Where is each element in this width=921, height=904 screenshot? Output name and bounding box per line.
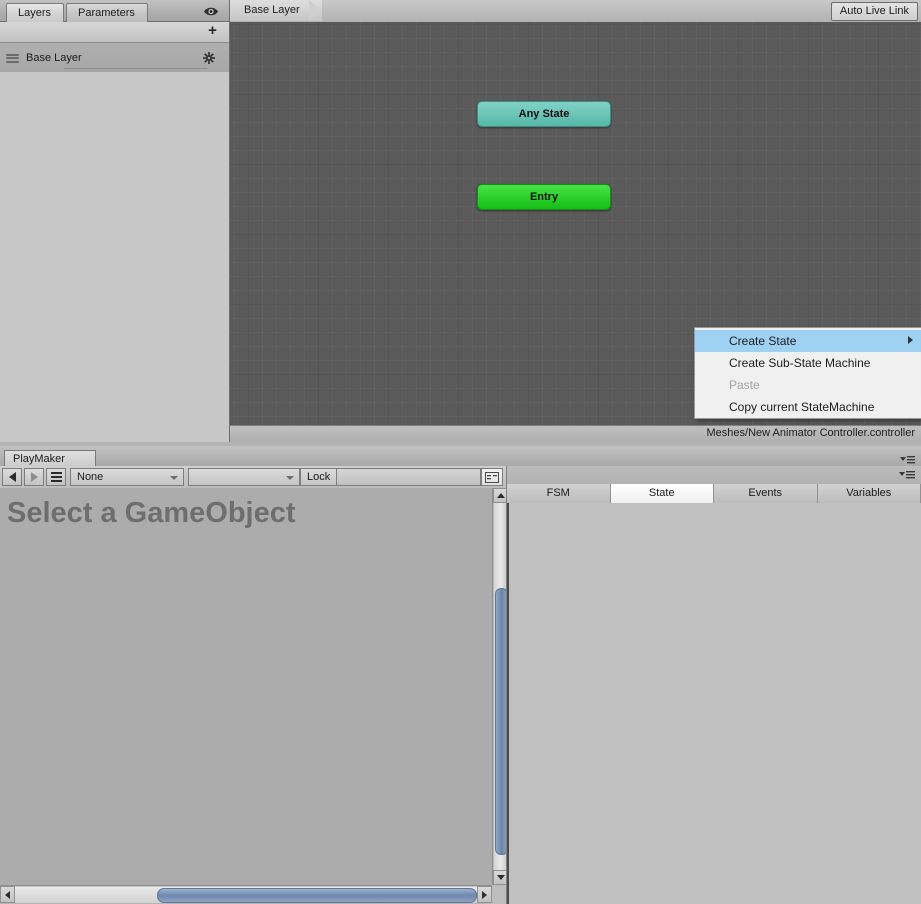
fsm-selector-value: None: [77, 471, 104, 483]
menu-item-paste: Paste: [729, 378, 760, 392]
unity-editor-window: Layers Parameters + Base Layer Base Laye…: [0, 0, 921, 904]
animator-state-machine-canvas[interactable]: Any State Entry Create State Create Sub-…: [230, 22, 921, 426]
breadcrumb-arrow-icon: [309, 0, 321, 20]
auto-live-link-button[interactable]: Auto Live Link: [830, 2, 918, 21]
layer-weight-slider[interactable]: [64, 68, 207, 69]
layers-panel-tabbar: Layers Parameters: [0, 0, 229, 22]
chevron-down-icon-2: [286, 476, 294, 480]
animator-status-path: Meshes/New Animator Controller.controlle…: [230, 425, 921, 442]
animator-layers-panel: Layers Parameters + Base Layer: [0, 0, 230, 442]
menu-item-create-state-label: Create State: [729, 334, 797, 348]
animator-graph-panel: Base Layer Auto Live Link Any State Entr…: [230, 0, 921, 442]
hamburger-menu-icon[interactable]: [46, 468, 66, 486]
drag-handle-icon[interactable]: [6, 53, 19, 63]
tab-state[interactable]: State: [610, 484, 714, 503]
gear-icon[interactable]: [203, 52, 215, 64]
menu-item-create-sub-state-machine[interactable]: Create Sub-State Machine: [695, 352, 921, 374]
playmaker-panel: PlayMaker None Lock Select a GameObject …: [0, 446, 921, 904]
detail-panel-icon[interactable]: [481, 468, 503, 486]
playmaker-tabbar: PlayMaker: [0, 446, 921, 468]
layer-row-base-layer[interactable]: Base Layer: [0, 43, 229, 74]
fsm-selector-dropdown[interactable]: None: [70, 468, 184, 486]
forward-arrow-icon[interactable]: [24, 468, 44, 486]
tab-fsm[interactable]: FSM: [507, 484, 611, 503]
chevron-down-icon: [170, 476, 178, 480]
graph-horizontal-scrollbar[interactable]: [0, 885, 492, 904]
inspector-body: [507, 503, 921, 904]
layer-name-label: Base Layer: [26, 52, 82, 64]
submenu-chevron-right-icon: [908, 336, 913, 344]
playmaker-toolbar: None Lock: [0, 466, 506, 489]
layers-add-bar: +: [0, 22, 229, 43]
inspector-top-strip: [507, 466, 921, 484]
add-layer-button[interactable]: +: [205, 23, 220, 39]
tab-variables[interactable]: Variables: [817, 484, 921, 503]
tab-parameters[interactable]: Parameters: [66, 3, 148, 22]
inspector-menu-icon[interactable]: [899, 470, 915, 480]
layers-panel-body: [0, 72, 229, 442]
tab-events[interactable]: Events: [714, 484, 818, 503]
toolbar-spacer: [337, 468, 481, 486]
breadcrumb-base-layer[interactable]: Base Layer: [230, 0, 322, 21]
select-gameobject-placeholder: Select a GameObject: [7, 497, 296, 529]
hscroll-right-arrow[interactable]: [477, 886, 492, 903]
options-menu-icon[interactable]: [899, 454, 915, 465]
animator-breadcrumb-bar: Base Layer Auto Live Link: [230, 0, 921, 23]
playmaker-graph-view[interactable]: 玩 Select a GameObject: [0, 488, 492, 885]
lock-button[interactable]: Lock: [300, 468, 338, 486]
state-node-any-state[interactable]: Any State: [477, 101, 611, 127]
inspector-tabs: FSM State Events Variables: [507, 484, 921, 504]
menu-item-create-state[interactable]: Create State: [695, 330, 921, 352]
hscroll-thumb[interactable]: [157, 888, 477, 903]
menu-item-copy-current-statemachine[interactable]: Copy current StateMachine: [695, 396, 921, 418]
context-menu-primary[interactable]: Create State Create Sub-State Machine Pa…: [694, 327, 921, 419]
back-arrow-icon[interactable]: [2, 468, 22, 486]
eye-icon[interactable]: [203, 5, 219, 18]
hscroll-left-arrow[interactable]: [0, 886, 15, 903]
secondary-selector-dropdown[interactable]: [188, 468, 300, 486]
state-node-entry[interactable]: Entry: [477, 184, 611, 210]
playmaker-inspector: FSM State Events Variables: [506, 466, 921, 904]
tab-layers[interactable]: Layers: [6, 3, 65, 22]
